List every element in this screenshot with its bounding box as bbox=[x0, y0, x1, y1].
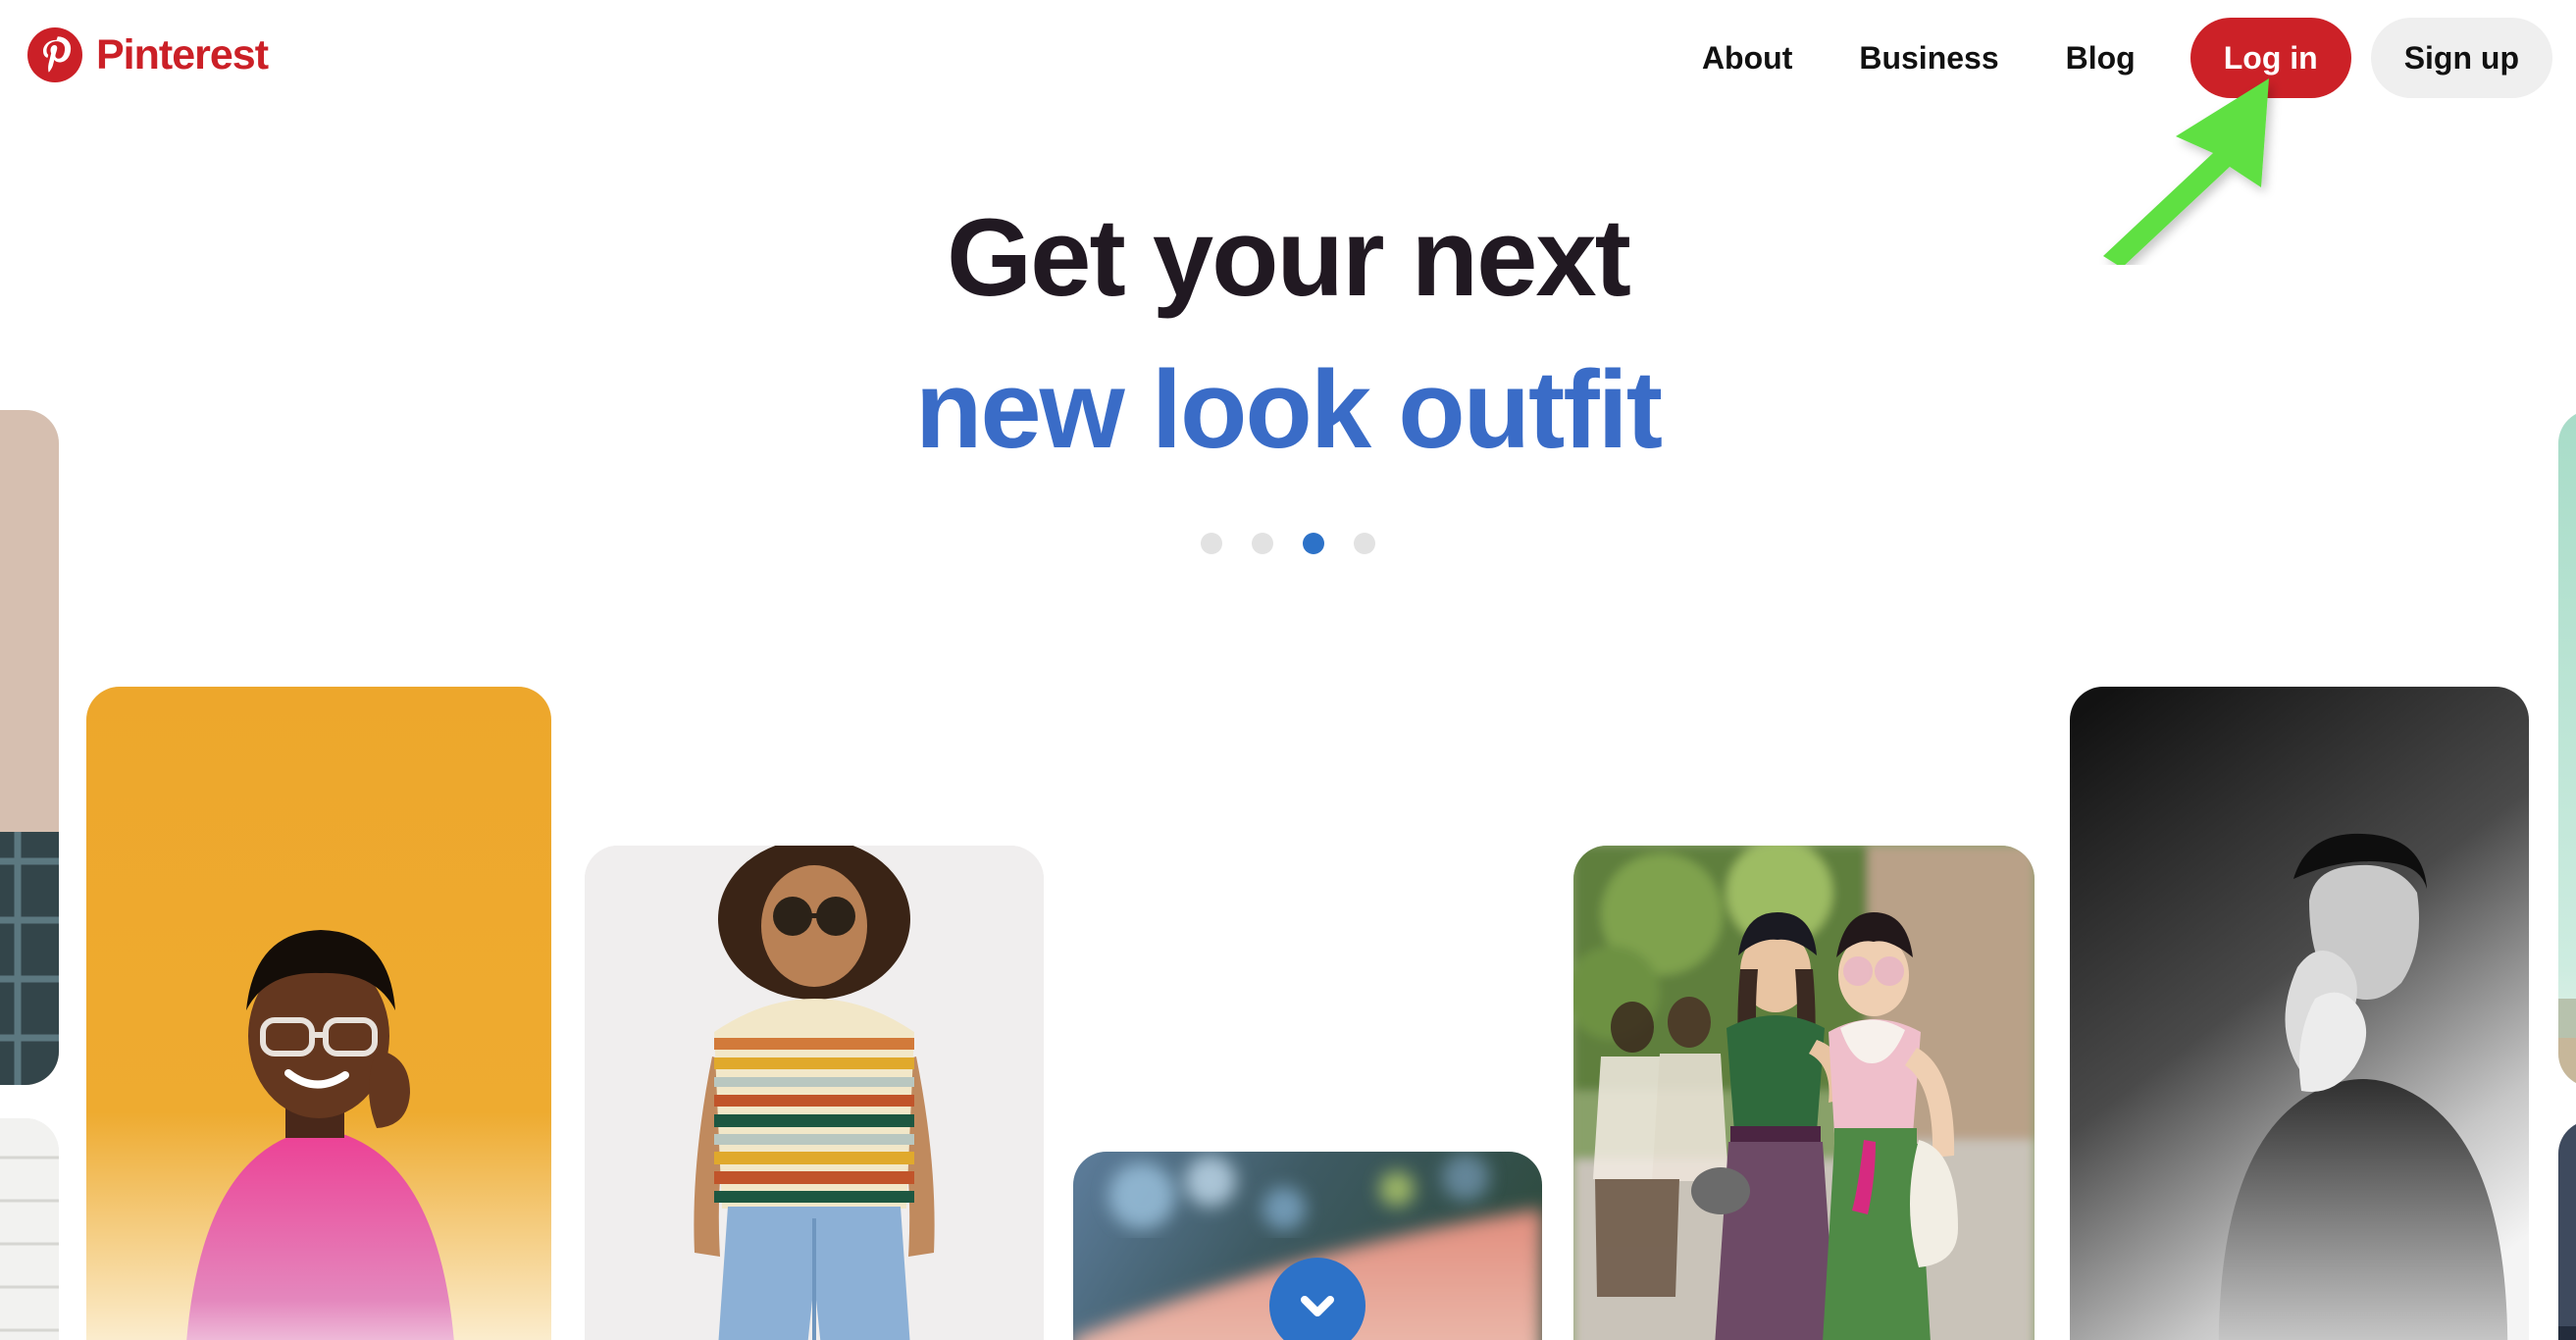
carousel-dot-2[interactable] bbox=[1252, 532, 1273, 554]
nav-link-blog[interactable]: Blog bbox=[2033, 24, 2169, 92]
carousel-dot-3[interactable] bbox=[1303, 532, 1324, 554]
card-edge-left-stack[interactable] bbox=[0, 1118, 59, 1340]
card-orange-portrait[interactable] bbox=[86, 687, 551, 1340]
pink-sweater-portrait-photo bbox=[86, 687, 551, 1340]
striped-tee-photo bbox=[585, 846, 1044, 1340]
carousel-dot-4[interactable] bbox=[1354, 532, 1375, 554]
bw-portrait-photo bbox=[2070, 687, 2529, 1340]
site-header: Pinterest About Business Blog Log in Sig… bbox=[0, 0, 2576, 126]
card-edge-right-navy[interactable] bbox=[2558, 1120, 2576, 1340]
card-bw-portrait[interactable] bbox=[2070, 687, 2529, 1340]
nav-link-business[interactable]: Business bbox=[1826, 24, 2032, 92]
log-in-button[interactable]: Log in bbox=[2190, 18, 2351, 98]
card-street-style[interactable] bbox=[1573, 846, 2035, 1340]
hero-headline-line-2: new look outfit bbox=[914, 348, 1663, 472]
brand-name: Pinterest bbox=[96, 30, 269, 78]
book-stack-photo bbox=[0, 1118, 59, 1340]
pinterest-p-logo-icon bbox=[27, 27, 82, 82]
navy-scene-photo bbox=[2558, 1120, 2576, 1340]
hero-section: Get your next new look outfit bbox=[0, 196, 2576, 554]
pinterest-logo-link[interactable]: Pinterest bbox=[27, 27, 269, 82]
card-striped-tee[interactable] bbox=[585, 846, 1044, 1340]
street-style-photo bbox=[1573, 846, 2035, 1340]
pinterest-landing-page: Pinterest About Business Blog Log in Sig… bbox=[0, 0, 2576, 1340]
chevron-down-icon bbox=[1301, 1296, 1334, 1316]
carousel-dots bbox=[0, 532, 2576, 554]
carousel-dot-1[interactable] bbox=[1201, 532, 1222, 554]
hero-headline-line-1: Get your next bbox=[947, 196, 1631, 319]
nav-link-about[interactable]: About bbox=[1669, 24, 1826, 92]
header-nav: About Business Blog Log in Sign up bbox=[1669, 18, 2552, 98]
sign-up-button[interactable]: Sign up bbox=[2370, 18, 2552, 98]
